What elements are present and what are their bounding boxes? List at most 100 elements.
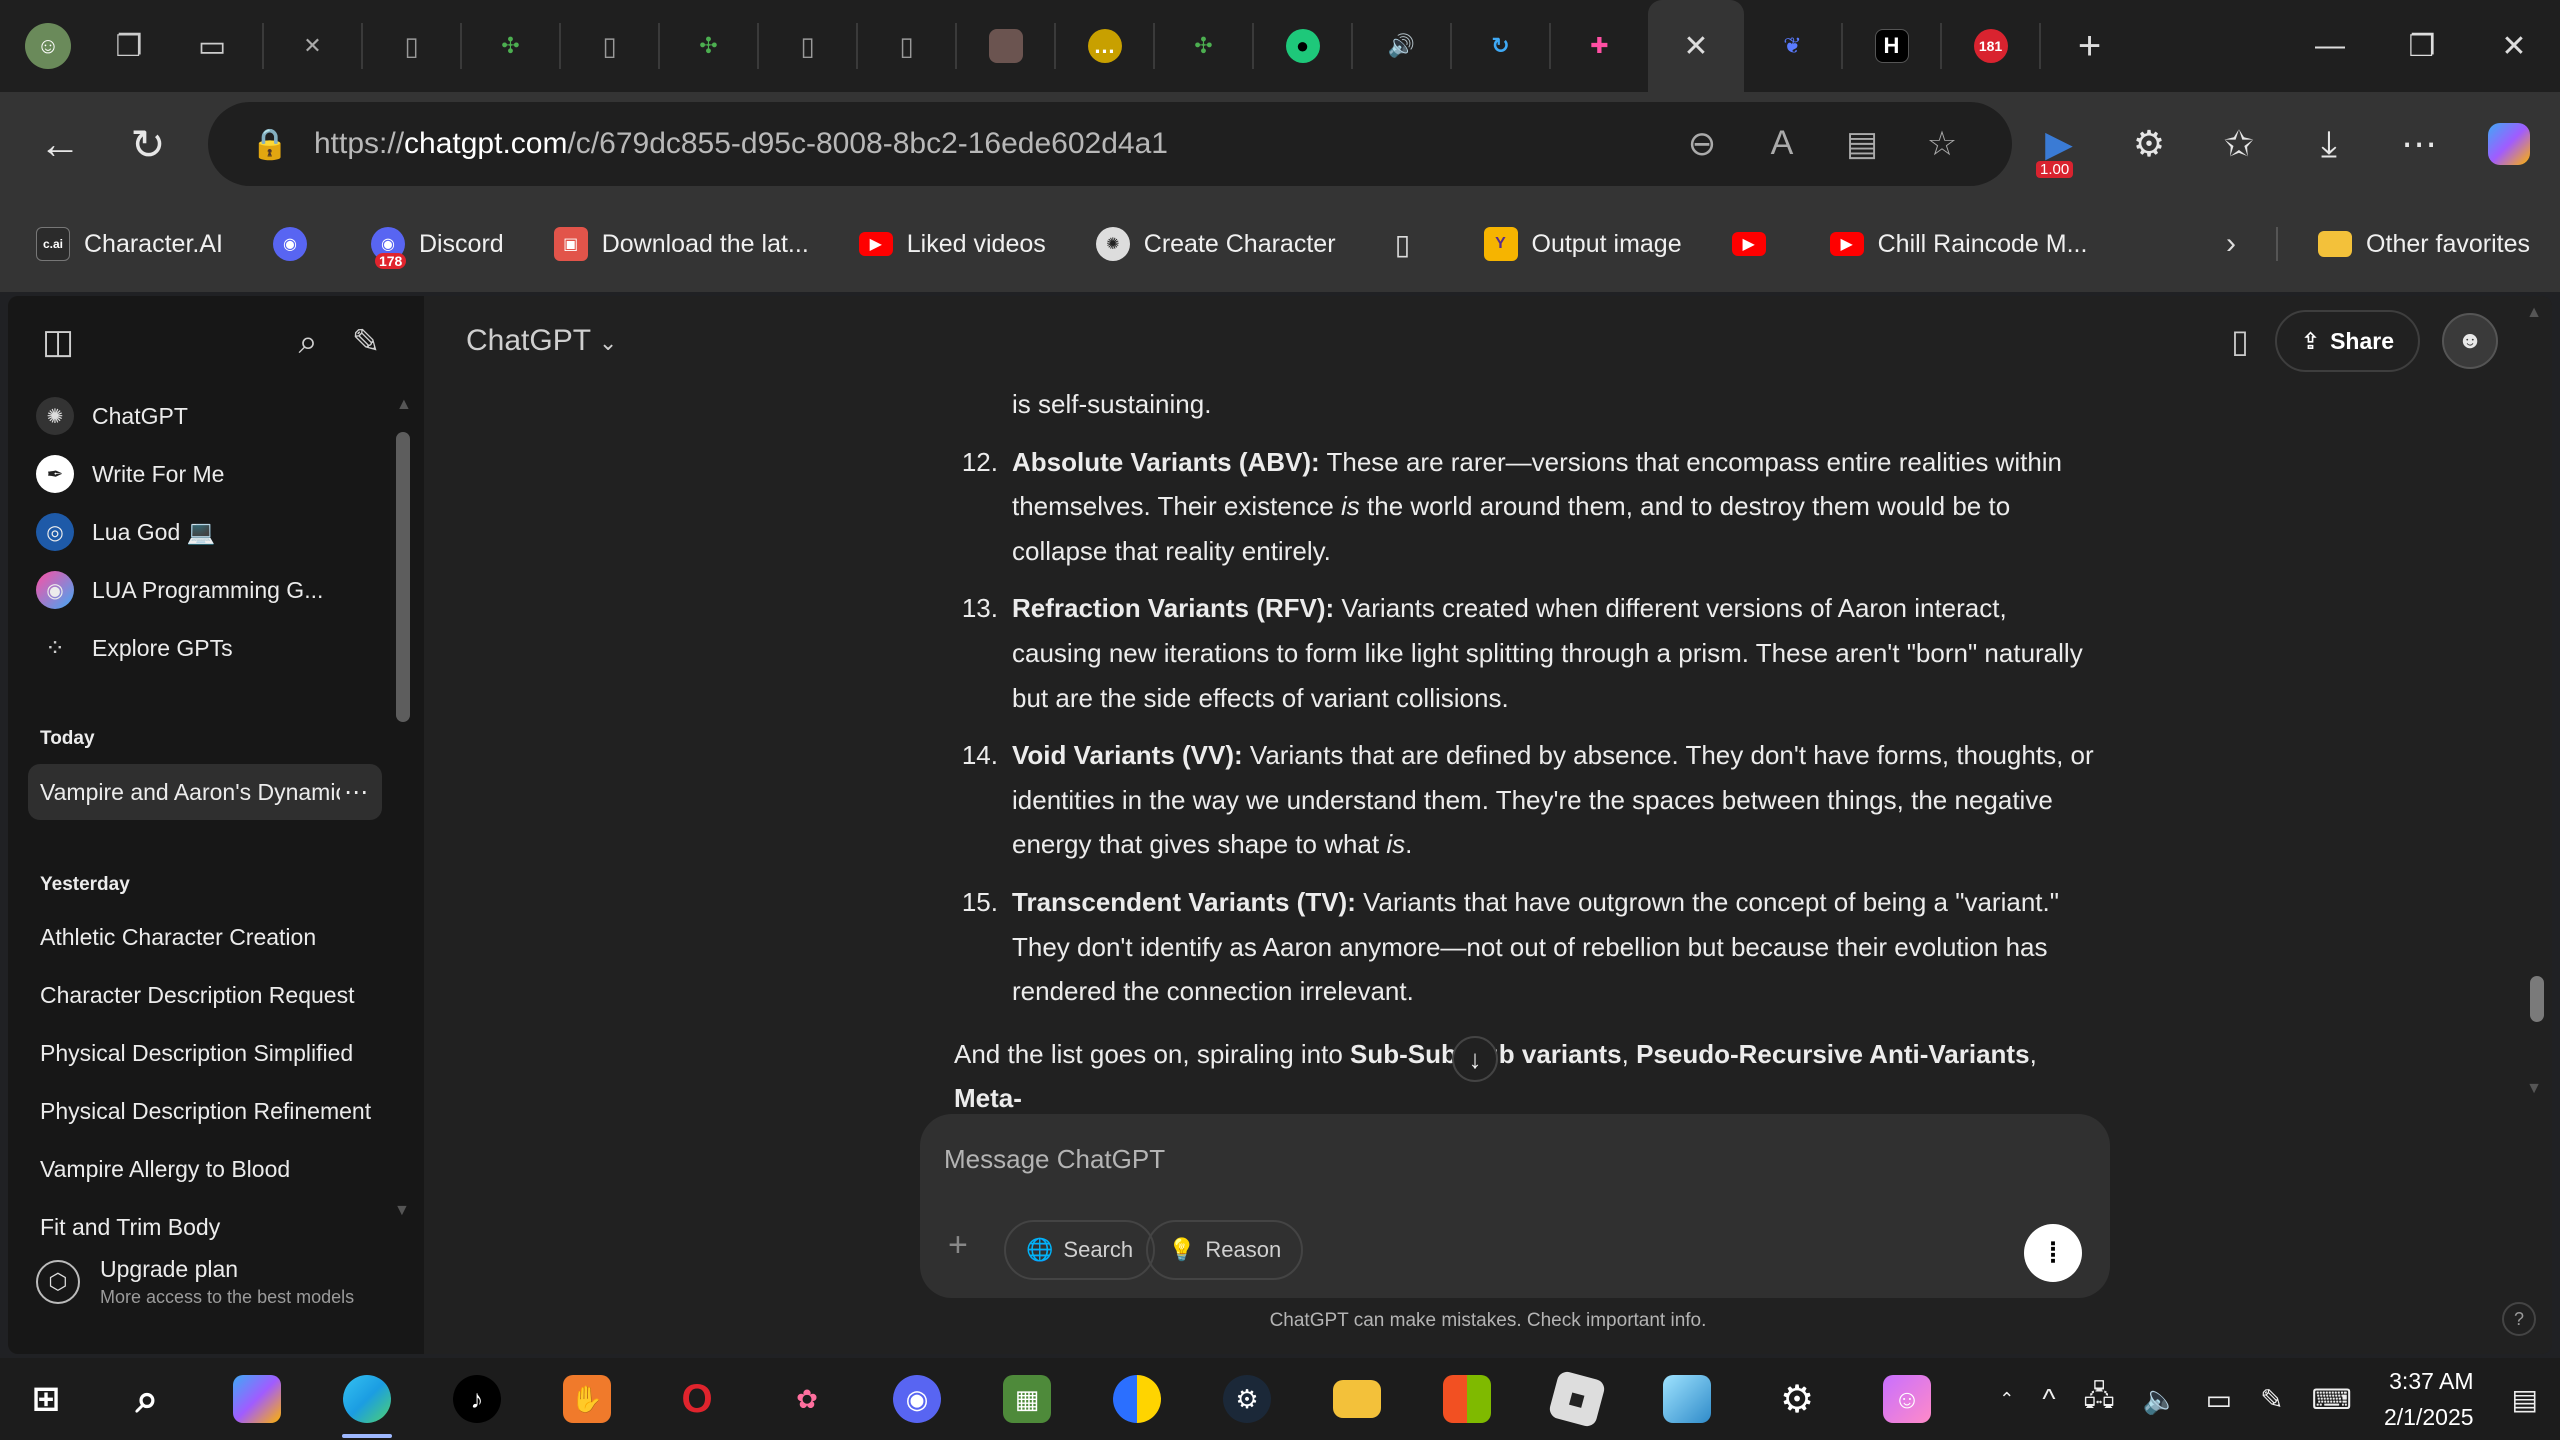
taskbar-app-circle[interactable] (1082, 1358, 1192, 1440)
minimize-button[interactable]: — (2284, 0, 2376, 92)
taskbar-copilot[interactable] (202, 1358, 312, 1440)
sidebar-scrollbar[interactable] (396, 432, 410, 722)
main-scrollbar[interactable] (2530, 976, 2544, 1022)
tab-chatgpt-active[interactable]: ✕ (1648, 0, 1744, 92)
sidebar-toggle-icon[interactable]: ◫ (36, 320, 80, 364)
favorite-chill-raincode[interactable]: ▶ Chill Raincode M... (1829, 230, 2087, 259)
taskbar-app-brain[interactable]: ✿ (752, 1358, 862, 1440)
sidebar-item-write-for-me[interactable]: ✒ Write For Me (36, 446, 396, 502)
scroll-down-arrow-icon[interactable]: ▼ (2526, 1080, 2542, 1098)
read-aloud-icon[interactable]: A (1742, 124, 1822, 164)
tab-pinwheel-1[interactable]: ✣ (462, 0, 559, 92)
search-toggle-button[interactable]: 🌐 Search (1004, 1220, 1156, 1280)
search-icon[interactable]: ⌕ (286, 320, 330, 364)
taskbar-anime-app[interactable]: ☺ (1852, 1358, 1962, 1440)
upgrade-plan-button[interactable]: ⬡ Upgrade plan More access to the best m… (36, 1256, 354, 1308)
scroll-up-arrow-icon[interactable]: ▲ (2526, 304, 2542, 322)
chat-item[interactable]: Physical Description Refinement (40, 1098, 380, 1125)
taskbar-app-blue[interactable] (1632, 1358, 1742, 1440)
tab-document-2[interactable]: ▯ (561, 0, 658, 92)
tab-document-3[interactable]: ▯ (759, 0, 856, 92)
tab-audio[interactable]: 🔊 (1353, 0, 1450, 92)
tab-character-image[interactable] (957, 0, 1054, 92)
tab-chat-bubble[interactable]: … (1056, 0, 1153, 92)
chat-item[interactable]: Physical Description Simplified (40, 1040, 380, 1067)
tab-document-1[interactable]: ▯ (363, 0, 460, 92)
sidebar-item-lua-programming[interactable]: ◉ LUA Programming G... (36, 562, 396, 618)
battery-icon[interactable]: ▭ (2206, 1383, 2232, 1416)
favorite-output-image[interactable]: Y Output image (1483, 227, 1682, 261)
taskbar-app-orange[interactable]: ✋ (532, 1358, 642, 1440)
sidebar-item-lua-god[interactable]: ◎ Lua God 💻 (36, 504, 396, 560)
sidebar-item-chatgpt[interactable]: ✺ ChatGPT (36, 388, 396, 444)
chat-item-active[interactable]: Vampire and Aaron's Dynamic ⋯ (28, 764, 382, 820)
chat-item[interactable]: Character Description Request (40, 982, 380, 1009)
refresh-button[interactable]: ↻ (104, 100, 192, 188)
copilot-button[interactable] (2464, 100, 2554, 188)
other-favorites[interactable]: Other favorites (2318, 230, 2530, 259)
help-button[interactable]: ? (2502, 1302, 2536, 1336)
new-chat-icon[interactable]: ✎ (344, 320, 388, 364)
favorite-star-icon[interactable]: ☆ (1902, 124, 1982, 164)
favorite-create-character[interactable]: ✺ Create Character (1095, 227, 1336, 261)
tray-scroll-icon[interactable]: ⌃ (1999, 1389, 2014, 1410)
tab-pinwheel-3[interactable]: ✣ (1155, 0, 1252, 92)
lock-icon[interactable]: 🔒 (238, 127, 302, 162)
taskbar-settings[interactable]: ⚙ (1742, 1358, 1852, 1440)
url-text[interactable]: https://chatgpt.com/c/679dc855-d95c-8008… (314, 127, 1168, 161)
tab-notifications[interactable]: 181 (1942, 0, 2039, 92)
tab-bird[interactable]: ❦ (1744, 0, 1841, 92)
message-input[interactable] (944, 1136, 1844, 1182)
immersive-reader-icon[interactable]: ▤ (1822, 124, 1902, 164)
workspaces-button[interactable]: ❐ (96, 0, 162, 92)
taskbar-steam[interactable]: ⚙ (1192, 1358, 1302, 1440)
taskbar-search[interactable]: ⌕ (92, 1358, 202, 1440)
zoom-icon[interactable]: ⊖ (1662, 124, 1742, 164)
downloads-button[interactable]: ⤓ (2284, 100, 2374, 188)
chat-item[interactable]: Athletic Character Creation (40, 924, 380, 951)
start-button[interactable]: ⊞ (0, 1358, 92, 1440)
reason-toggle-button[interactable]: 💡 Reason (1146, 1220, 1304, 1280)
more-menu-button[interactable]: ⋯ (2374, 100, 2464, 188)
favorite-character-ai[interactable]: c.ai Character.AI (36, 227, 223, 261)
chevron-right-icon[interactable]: › (2226, 227, 2236, 261)
close-window-button[interactable]: ✕ (2468, 0, 2560, 92)
user-avatar[interactable]: ☻ (2442, 313, 2498, 369)
favorite-download[interactable]: ▣ Download the lat... (553, 227, 809, 261)
extensions-button[interactable]: ⚙ (2104, 100, 2194, 188)
sidebar-item-explore-gpts[interactable]: ⁘ Explore GPTs (36, 620, 396, 676)
address-bar[interactable]: 🔒 https://chatgpt.com/c/679dc855-d95c-80… (208, 102, 2012, 186)
tab-pinwheel-2[interactable]: ✣ (660, 0, 757, 92)
taskbar-minecraft[interactable]: ▦ (972, 1358, 1082, 1440)
tab-document-4[interactable]: ▯ (858, 0, 955, 92)
tab-x[interactable]: ✕ (264, 0, 361, 92)
favorite-youtube[interactable]: ▶ (1731, 232, 1780, 256)
taskbar-roblox[interactable]: ■ (1522, 1358, 1632, 1440)
new-tab-button[interactable]: + (2041, 0, 2138, 92)
favorite-document[interactable]: ▯ (1386, 227, 1434, 261)
chevron-up-icon[interactable]: ^ (2042, 1383, 2055, 1415)
favorite-discord[interactable]: ◉ 178 Discord (370, 227, 504, 269)
tab-h[interactable]: H (1843, 0, 1940, 92)
scroll-to-bottom-button[interactable]: ↓ (1452, 1036, 1498, 1082)
network-icon[interactable]: 🖧 (2084, 1375, 2115, 1423)
model-selector[interactable]: ChatGPT ⌄ (466, 324, 617, 358)
profile-avatar[interactable]: ☺ (0, 0, 96, 92)
vertical-tabs-button[interactable]: ▭ (162, 0, 262, 92)
attach-plus-icon[interactable]: + (948, 1226, 968, 1265)
chat-item[interactable]: Fit and Trim Body (40, 1214, 380, 1244)
taskbar-discord[interactable]: ◉ (862, 1358, 972, 1440)
favorites-button[interactable]: ✩ (2194, 100, 2284, 188)
restore-button[interactable]: ❐ (2376, 0, 2468, 92)
share-button[interactable]: ⇪ Share (2274, 310, 2420, 372)
keyboard-icon[interactable]: ⌨ (2312, 1383, 2352, 1416)
taskbar-tiktok[interactable]: ♪ (422, 1358, 532, 1440)
favorite-discord-icon-only[interactable]: ◉ (272, 227, 321, 261)
taskbar-file-explorer[interactable] (1302, 1358, 1412, 1440)
tab-pink-puzzle[interactable]: ✚ (1551, 0, 1648, 92)
favorite-liked-videos[interactable]: ▶ Liked videos (858, 230, 1046, 259)
notes-icon[interactable]: ▯ (2231, 322, 2249, 360)
notifications-icon[interactable]: ▤ (2512, 1383, 2538, 1416)
pen-icon[interactable]: ✎ (2260, 1383, 2283, 1416)
taskbar-opera[interactable]: O (642, 1358, 752, 1440)
